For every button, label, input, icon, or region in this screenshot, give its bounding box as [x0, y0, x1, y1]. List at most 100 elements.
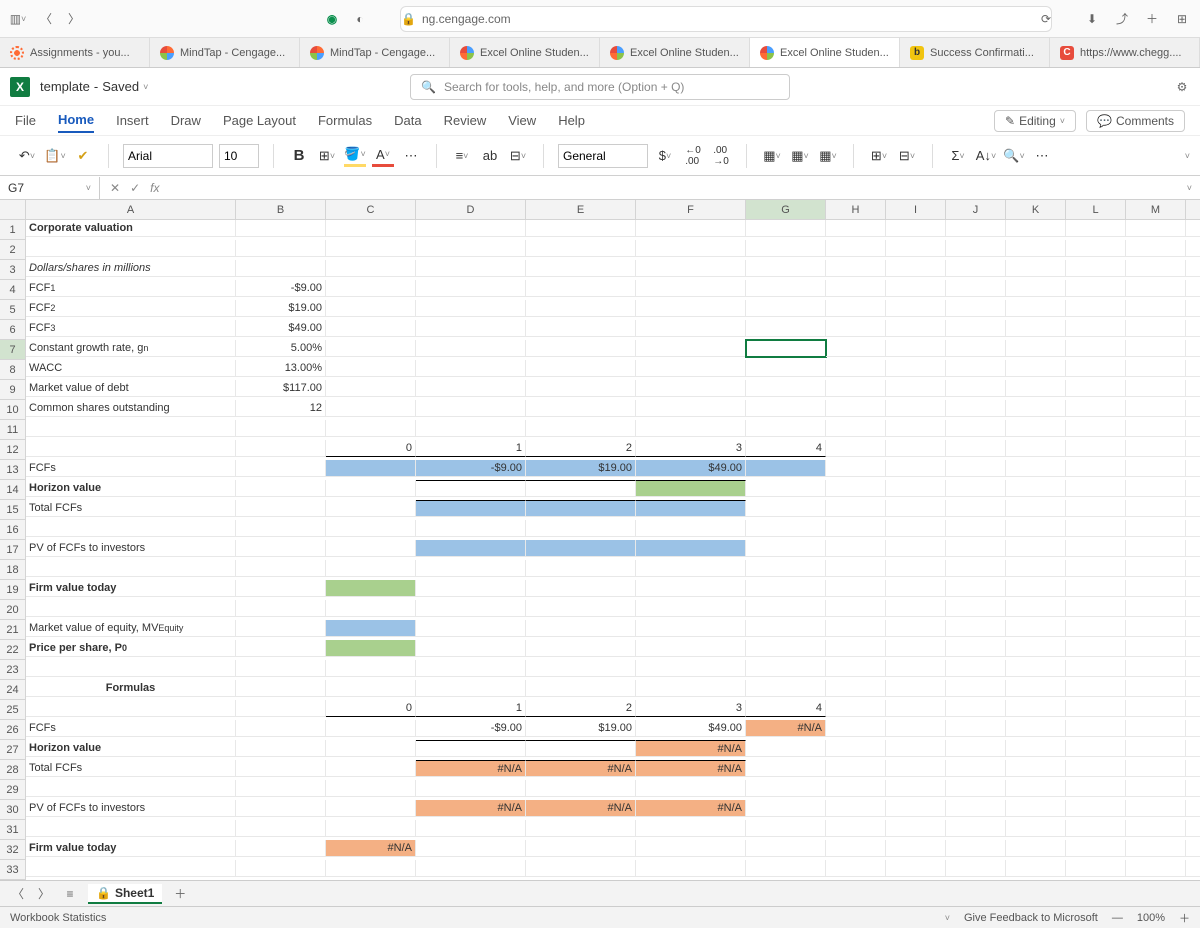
cell-A22[interactable]: Price per share, P0 [26, 640, 236, 657]
cell-K6[interactable] [1006, 320, 1066, 337]
cell-H9[interactable] [826, 380, 886, 397]
cell-K22[interactable] [1006, 640, 1066, 657]
cell-E2[interactable] [526, 240, 636, 257]
cell-A28[interactable]: Total FCFs [26, 760, 236, 777]
cell-L18[interactable] [1066, 560, 1126, 577]
cell-B5[interactable]: $19.00 [236, 300, 326, 317]
cell-L25[interactable] [1066, 700, 1126, 717]
cell-N3[interactable] [1186, 260, 1200, 277]
cell-N21[interactable] [1186, 620, 1200, 637]
cell-H12[interactable] [826, 440, 886, 457]
cell-A9[interactable]: Market value of debt [26, 380, 236, 397]
cell-N24[interactable] [1186, 680, 1200, 697]
cell-L11[interactable] [1066, 420, 1126, 437]
cell-A5[interactable]: FCF2 [26, 300, 236, 317]
cell-C17[interactable] [326, 540, 416, 557]
cell-J5[interactable] [946, 300, 1006, 317]
cell-K28[interactable] [1006, 760, 1066, 777]
cell-F25[interactable]: 3 [636, 700, 746, 717]
cell-K7[interactable] [1006, 340, 1066, 357]
cell-N10[interactable] [1186, 400, 1200, 417]
cell-C33[interactable] [326, 860, 416, 877]
cell-F17[interactable] [636, 540, 746, 557]
cell-D20[interactable] [416, 600, 526, 617]
sheet-tab-sheet1[interactable]: 🔒 Sheet1 [88, 884, 162, 904]
cell-E22[interactable] [526, 640, 636, 657]
select-all-corner[interactable] [0, 200, 26, 220]
cell-E30[interactable]: #N/A [526, 800, 636, 817]
cell-A17[interactable]: PV of FCFs to investors [26, 540, 236, 557]
cell-D5[interactable] [416, 300, 526, 317]
cell-C19[interactable] [326, 580, 416, 597]
cell-D15[interactable] [416, 500, 526, 517]
cell-H20[interactable] [826, 600, 886, 617]
ribbon-tab-insert[interactable]: Insert [116, 109, 149, 132]
cell-E27[interactable] [526, 740, 636, 757]
row-header-27[interactable]: 27 [0, 740, 26, 760]
new-tab-icon[interactable]: ＋ [1144, 11, 1160, 27]
cell-F10[interactable] [636, 400, 746, 417]
col-header-G[interactable]: G [746, 200, 826, 220]
cell-C20[interactable] [326, 600, 416, 617]
ribbon-tab-page-layout[interactable]: Page Layout [223, 109, 296, 132]
cell-E19[interactable] [526, 580, 636, 597]
cell-N16[interactable] [1186, 520, 1200, 537]
cell-L3[interactable] [1066, 260, 1126, 277]
cell-M22[interactable] [1126, 640, 1186, 657]
settings-icon[interactable]: ⚙ [1174, 79, 1190, 95]
row-header-32[interactable]: 32 [0, 840, 26, 860]
borders-button[interactable]: ⊞˅ [316, 145, 338, 167]
name-box[interactable]: G7˅ [0, 177, 100, 199]
cell-C24[interactable] [326, 680, 416, 697]
search-box[interactable]: 🔍 Search for tools, help, and more (Opti… [410, 74, 790, 100]
cell-F18[interactable] [636, 560, 746, 577]
cell-K31[interactable] [1006, 820, 1066, 837]
cell-H23[interactable] [826, 660, 886, 677]
cell-I6[interactable] [886, 320, 946, 337]
cell-L13[interactable] [1066, 460, 1126, 477]
forward-icon[interactable]: 〉 [66, 11, 82, 27]
cell-F31[interactable] [636, 820, 746, 837]
row-header-33[interactable]: 33 [0, 860, 26, 880]
cell-D4[interactable] [416, 280, 526, 297]
cell-B2[interactable] [236, 240, 326, 257]
cell-N1[interactable] [1186, 220, 1200, 237]
cell-M1[interactable] [1126, 220, 1186, 237]
cell-A24[interactable]: Formulas [26, 680, 236, 697]
ribbon-tab-home[interactable]: Home [58, 108, 94, 133]
cell-G33[interactable] [746, 860, 826, 877]
cell-M31[interactable] [1126, 820, 1186, 837]
cell-M4[interactable] [1126, 280, 1186, 297]
cell-A30[interactable]: PV of FCFs to investors [26, 800, 236, 817]
cell-M30[interactable] [1126, 800, 1186, 817]
cell-E3[interactable] [526, 260, 636, 277]
cell-C8[interactable] [326, 360, 416, 377]
cell-E11[interactable] [526, 420, 636, 437]
cell-N17[interactable] [1186, 540, 1200, 557]
cell-J11[interactable] [946, 420, 1006, 437]
cell-A3[interactable]: Dollars/shares in millions [26, 260, 236, 277]
zoom-in-button[interactable]: ＋ [1179, 910, 1190, 926]
ribbon-tab-file[interactable]: File [15, 109, 36, 132]
cell-K12[interactable] [1006, 440, 1066, 457]
row-header-5[interactable]: 5 [0, 300, 26, 320]
cell-I32[interactable] [886, 840, 946, 857]
cell-A29[interactable] [26, 780, 236, 797]
row-header-25[interactable]: 25 [0, 700, 26, 720]
cell-C21[interactable] [326, 620, 416, 637]
col-header-N[interactable]: N [1186, 200, 1200, 220]
cell-A26[interactable]: FCFs [26, 720, 236, 737]
cell-F1[interactable] [636, 220, 746, 237]
cell-C26[interactable] [326, 720, 416, 737]
cell-J17[interactable] [946, 540, 1006, 557]
col-header-B[interactable]: B [236, 200, 326, 220]
cell-E7[interactable] [526, 340, 636, 357]
cell-L32[interactable] [1066, 840, 1126, 857]
cell-J28[interactable] [946, 760, 1006, 777]
add-sheet-button[interactable]: ＋ [172, 886, 188, 902]
cell-J22[interactable] [946, 640, 1006, 657]
col-header-D[interactable]: D [416, 200, 526, 220]
cell-I30[interactable] [886, 800, 946, 817]
cell-H10[interactable] [826, 400, 886, 417]
cell-C14[interactable] [326, 480, 416, 497]
